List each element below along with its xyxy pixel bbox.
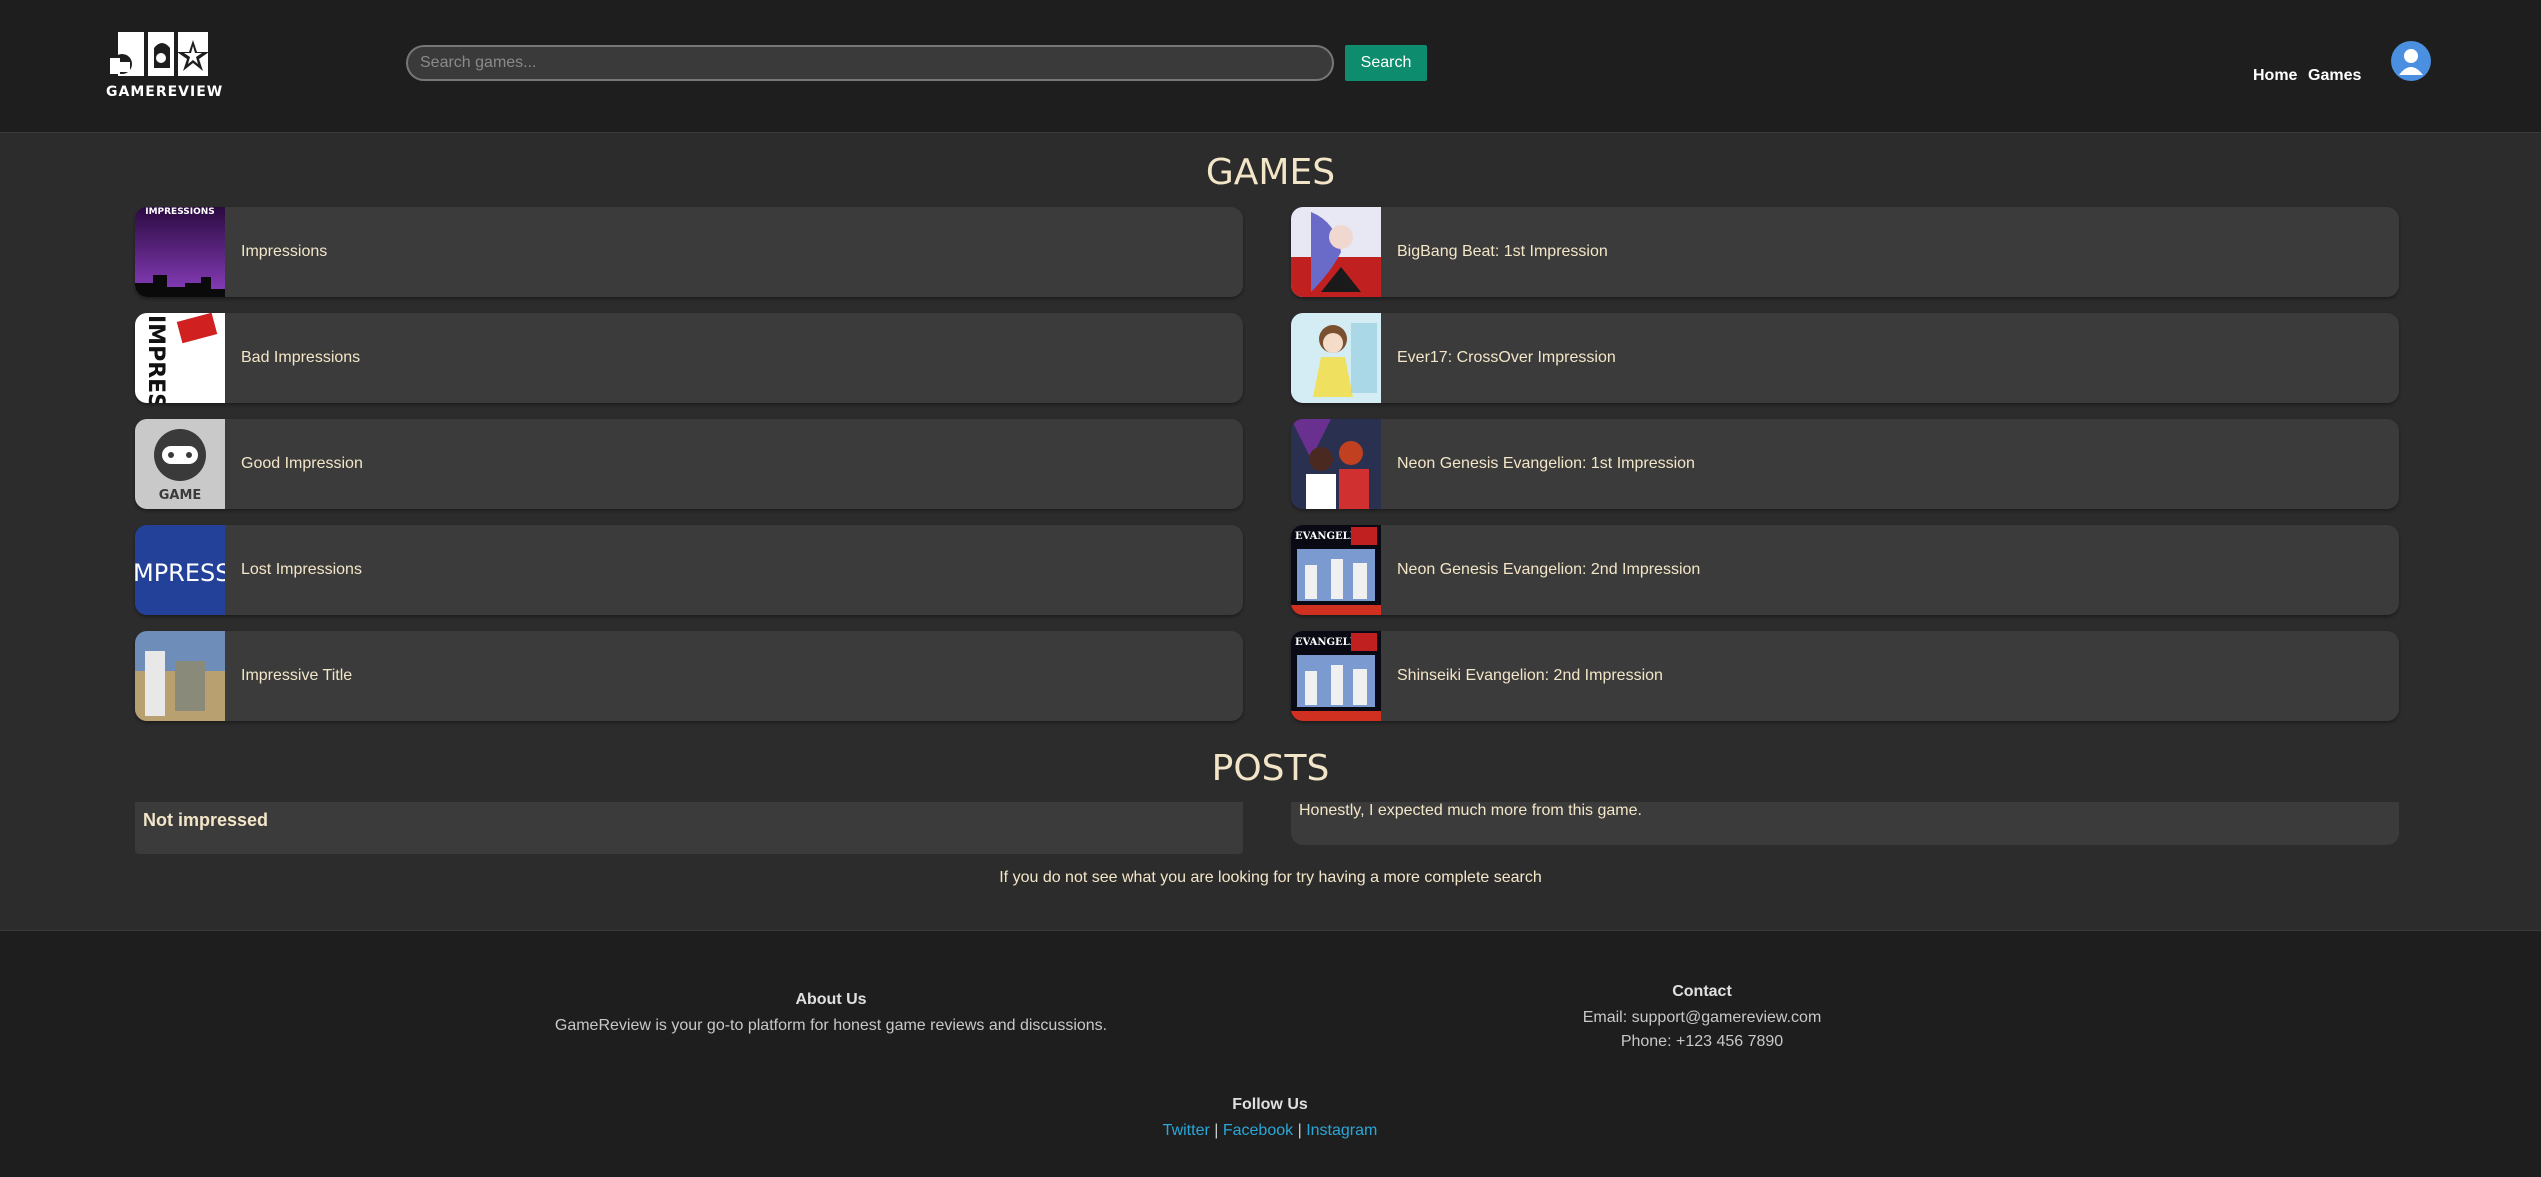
footer-follow: Follow Us Twitter | Facebook | Instagram	[1020, 1096, 1520, 1140]
posts-section-title: POSTS	[1211, 748, 1330, 789]
game-thumbnail: MPRESS	[135, 525, 225, 615]
game-title: Neon Genesis Evangelion: 1st Impression	[1397, 455, 1695, 472]
game-title: Impressions	[241, 243, 328, 260]
game-card[interactable]: IMPRESSION Bad Impressions	[135, 313, 1243, 403]
nav-games-link[interactable]: Games	[2308, 67, 2361, 85]
instagram-link[interactable]: Instagram	[1306, 1122, 1377, 1139]
game-title: Impressive Title	[241, 667, 353, 684]
game-thumbnail	[1291, 207, 1381, 297]
site-footer: About Us GameReview is your go-to platfo…	[0, 930, 2541, 1177]
game-thumbnail: EVANGELION	[1291, 631, 1381, 721]
game-card[interactable]: Ever17: CrossOver Impression	[1291, 313, 2399, 403]
footer-contact: Contact Email: support@gamereview.com Ph…	[1502, 980, 1902, 1054]
footer-email: Email: support@gamereview.com	[1582, 1009, 1822, 1026]
post-body: Honestly, I expected much more from this…	[1299, 802, 1642, 819]
game-title: Lost Impressions	[241, 561, 362, 578]
game-thumbnail: GAME	[135, 419, 225, 509]
nav-home-link[interactable]: Home	[2253, 67, 2297, 85]
thumb-label: MPRESS	[135, 559, 225, 587]
logo-text: GAMEREVIEW	[106, 84, 224, 100]
post-card[interactable]: Honestly, I expected much more from this…	[1291, 802, 2399, 845]
game-title: Bad Impressions	[241, 349, 361, 366]
footer-contact-heading: Contact	[1672, 983, 1732, 1000]
twitter-link[interactable]: Twitter	[1163, 1122, 1210, 1139]
game-thumbnail	[1291, 419, 1381, 509]
site-header: GAMEREVIEW Search Home Games	[0, 0, 2541, 133]
search-hint: If you do not see what you are looking f…	[999, 869, 1542, 886]
search-input[interactable]	[406, 45, 1334, 81]
footer-about: About Us GameReview is your go-to platfo…	[431, 991, 1231, 1035]
thumb-label: IMPRESSION	[143, 315, 168, 403]
thumb-label: GAME	[159, 488, 202, 503]
game-card[interactable]: EVANGELION Neon Genesis Evangelion: 2nd …	[1291, 525, 2399, 615]
post-card[interactable]: Not impressed	[135, 802, 1243, 854]
facebook-link[interactable]: Facebook	[1223, 1122, 1293, 1139]
game-title: Neon Genesis Evangelion: 2nd Impression	[1397, 561, 1701, 578]
game-thumbnail	[1291, 313, 1381, 403]
game-card[interactable]: EVANGELION Shinseiki Evangelion: 2nd Imp…	[1291, 631, 2399, 721]
game-card[interactable]: Neon Genesis Evangelion: 1st Impression	[1291, 419, 2399, 509]
game-card[interactable]: Impressive Title	[135, 631, 1243, 721]
footer-about-text: GameReview is your go-to platform for ho…	[554, 1017, 1108, 1034]
game-thumbnail	[135, 631, 225, 721]
game-card[interactable]: MPRESS Lost Impressions	[135, 525, 1243, 615]
game-card[interactable]: GAME Good Impression	[135, 419, 1243, 509]
footer-phone: Phone: +123 456 7890	[1620, 1033, 1784, 1050]
game-card[interactable]: IMPRESSIONS Impressions	[135, 207, 1243, 297]
user-avatar-icon[interactable]	[2391, 41, 2431, 81]
post-title: Not impressed	[143, 810, 269, 830]
game-title: Shinseiki Evangelion: 2nd Impression	[1397, 667, 1663, 684]
footer-about-heading: About Us	[795, 991, 867, 1008]
game-title: Ever17: CrossOver Impression	[1397, 349, 1616, 366]
thumb-label: IMPRESSIONS	[145, 207, 215, 217]
game-title: BigBang Beat: 1st Impression	[1397, 243, 1608, 260]
logo-icon	[110, 32, 209, 76]
footer-social-links: Twitter | Facebook | Instagram	[1020, 1122, 1520, 1140]
game-thumbnail: IMPRESSION	[135, 313, 225, 403]
search-button[interactable]: Search	[1345, 45, 1427, 81]
game-thumbnail: EVANGELION	[1291, 525, 1381, 615]
footer-follow-heading: Follow Us	[1232, 1096, 1308, 1113]
game-thumbnail: IMPRESSIONS	[135, 207, 225, 297]
link-separator: |	[1297, 1122, 1302, 1139]
game-title: Good Impression	[241, 455, 363, 472]
site-logo[interactable]: GAMEREVIEW	[106, 28, 224, 100]
game-card[interactable]: BigBang Beat: 1st Impression	[1291, 207, 2399, 297]
games-section-title: GAMES	[1205, 152, 1336, 193]
link-separator: |	[1214, 1122, 1219, 1139]
